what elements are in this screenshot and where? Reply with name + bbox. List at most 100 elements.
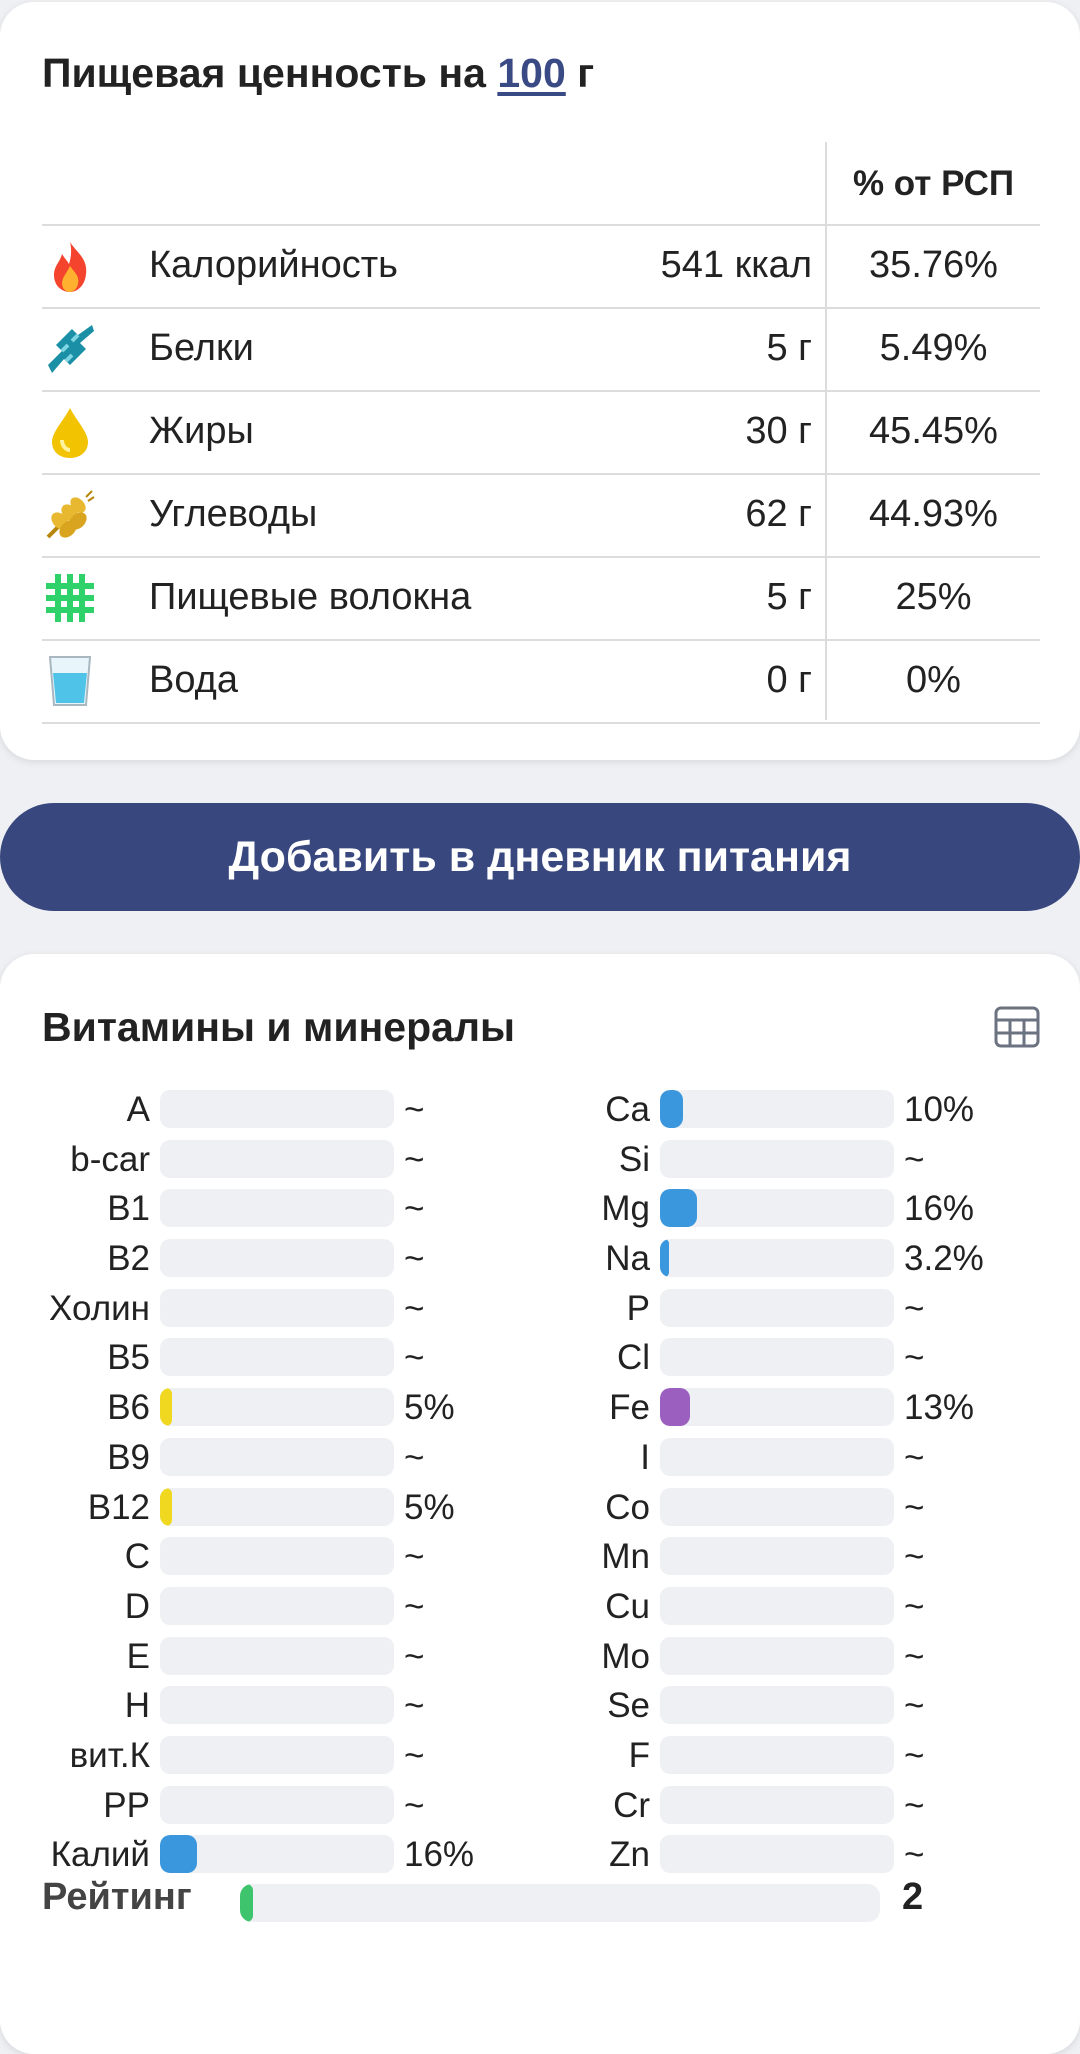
nutrient-name-wrap: B1 xyxy=(0,1183,150,1232)
nutrient-value: ~ xyxy=(904,1288,925,1328)
row-pct: 35.76% xyxy=(869,244,998,286)
nutrient-name-wrap: Cr xyxy=(500,1780,650,1829)
nutrient-name: B6 xyxy=(107,1388,150,1428)
row-pct: 0% xyxy=(906,659,961,701)
nutrient-name: PP xyxy=(103,1785,150,1825)
portion-amount-link[interactable]: 100 xyxy=(497,50,565,96)
nutrient-bar-track xyxy=(660,1686,894,1725)
nutrient-value: ~ xyxy=(404,1090,425,1129)
nutrient-bar-track xyxy=(660,1338,894,1377)
nutrient-name: Se xyxy=(607,1686,650,1726)
nutrient-bar-fill xyxy=(160,1388,172,1427)
nutrient-bar-fill xyxy=(660,1090,683,1128)
nutrient-bar-track xyxy=(160,1686,394,1725)
nutrient-value: ~ xyxy=(904,1636,925,1676)
row-label: Вода xyxy=(149,659,238,701)
nutrient-name-wrap: D xyxy=(0,1581,150,1630)
row-amount: 541 ккал xyxy=(660,244,812,286)
vitamins-title: Витамины и минералы xyxy=(42,1004,516,1050)
row-amount: 62 г xyxy=(745,493,812,535)
nutrient-name: Cr xyxy=(613,1785,650,1825)
nutrient-name-wrap: B6 xyxy=(0,1382,150,1431)
nutrient-name-wrap: F xyxy=(500,1730,650,1779)
nutrient-name-wrap: вит.К xyxy=(0,1730,150,1779)
table-row: Пищевые волокна 5 г 25% xyxy=(42,558,1040,641)
row-amount: 0 г xyxy=(766,659,812,701)
nutrient-value: ~ xyxy=(404,1537,425,1577)
nutrient-name: Si xyxy=(618,1139,650,1179)
nutrition-table: % от РСП Калорийность 541 ккал 35.76% Бе… xyxy=(42,142,1040,724)
nutrient-bar-track xyxy=(160,1636,394,1675)
nutrient-bar-track xyxy=(660,1239,894,1278)
nutrient-value: 16% xyxy=(904,1189,975,1229)
nutrient-name: Холин xyxy=(49,1288,150,1328)
nutrient-value: ~ xyxy=(404,1636,425,1676)
nutrient-bar-track xyxy=(160,1437,394,1476)
nutrient-name-wrap: B9 xyxy=(0,1432,150,1481)
nutrient-value: ~ xyxy=(404,1189,425,1229)
nutrient-name: b-car xyxy=(70,1139,150,1179)
nutrient-name: B1 xyxy=(107,1189,150,1229)
table-header: % от РСП xyxy=(42,142,1040,226)
row-label: Углеводы xyxy=(149,493,318,535)
row-label: Пищевые волокна xyxy=(149,576,472,618)
nutrient-name: Cl xyxy=(616,1338,650,1378)
nutrient-name: B5 xyxy=(107,1338,150,1378)
nutrient-value: ~ xyxy=(904,1735,925,1775)
nutrient-name-wrap: Se xyxy=(500,1680,650,1729)
row-label: Белки xyxy=(149,327,254,369)
nutrient-name-wrap: C xyxy=(0,1531,150,1580)
nutrient-value: ~ xyxy=(904,1437,925,1477)
nutrient-name: B12 xyxy=(87,1487,150,1527)
nutrient-bar-track xyxy=(660,1388,894,1427)
nutrient-bar-track xyxy=(660,1437,894,1476)
nutrient-bar-track xyxy=(160,1537,394,1576)
nutrient-value: ~ xyxy=(904,1338,925,1378)
table-grid-icon[interactable] xyxy=(994,1004,1040,1050)
nutrient-bar-track xyxy=(160,1785,394,1824)
nutrient-name: Ca xyxy=(605,1090,650,1129)
nutrient-value: 13% xyxy=(904,1388,975,1428)
nutrient-bar-fill xyxy=(660,1239,669,1278)
nutrient-bar-track xyxy=(160,1586,394,1625)
nutrient-name-wrap: B12 xyxy=(0,1482,150,1531)
row-pct: 25% xyxy=(895,576,972,618)
nutrient-bar-fill xyxy=(160,1835,197,1874)
nutrient-name-wrap: Cu xyxy=(500,1581,650,1630)
nutrient-name-wrap: PP xyxy=(0,1780,150,1829)
row-label: Жиры xyxy=(149,410,254,452)
nutrient-name-wrap: Cl xyxy=(500,1332,650,1381)
nutrient-name-wrap: Na xyxy=(500,1233,650,1282)
nutrient-bar-track xyxy=(160,1338,394,1377)
nutrient-bar-track xyxy=(660,1835,894,1874)
nutrient-bar-track xyxy=(160,1139,394,1178)
nutrition-card: Пищевая ценность на 100 г % от РСП Калор… xyxy=(0,2,1080,760)
add-to-diary-button[interactable]: Добавить в дневник питания xyxy=(0,803,1080,911)
rating-bar-fill xyxy=(240,1884,253,1922)
nutrient-name: Fe xyxy=(609,1388,650,1428)
nutrient-value: 5% xyxy=(404,1487,455,1527)
nutrient-name-wrap: Mn xyxy=(500,1531,650,1580)
nutrient-name-wrap: b-car xyxy=(0,1134,150,1183)
nutrient-value: ~ xyxy=(404,1437,425,1477)
nutrient-name-wrap: Холин xyxy=(0,1283,150,1332)
nutrient-bar-track xyxy=(160,1487,394,1526)
nutrient-bar-track xyxy=(660,1735,894,1774)
nutrient-value: ~ xyxy=(404,1139,425,1179)
nutrient-bar-track xyxy=(160,1735,394,1774)
oil-drop-icon xyxy=(42,404,98,460)
rating-bar-track xyxy=(240,1884,880,1922)
nutrient-name: P xyxy=(626,1288,650,1328)
nutrient-name: вит.К xyxy=(69,1735,150,1775)
nutrient-name: H xyxy=(124,1686,150,1726)
nutrient-name-wrap: H xyxy=(0,1680,150,1729)
nutrient-name-wrap: Ca xyxy=(500,1084,650,1133)
table-row: Вода 0 г 0% xyxy=(42,641,1040,724)
nutrient-bar-track xyxy=(660,1586,894,1625)
nutrient-name: Mn xyxy=(601,1537,650,1577)
table-row: Калорийность 541 ккал 35.76% xyxy=(42,226,1040,309)
nutrient-name-wrap: Fe xyxy=(500,1382,650,1431)
nutrient-value: 3.2% xyxy=(904,1239,984,1279)
nutrient-bar-fill xyxy=(160,1487,172,1526)
nutrient-name-wrap: Mo xyxy=(500,1631,650,1680)
